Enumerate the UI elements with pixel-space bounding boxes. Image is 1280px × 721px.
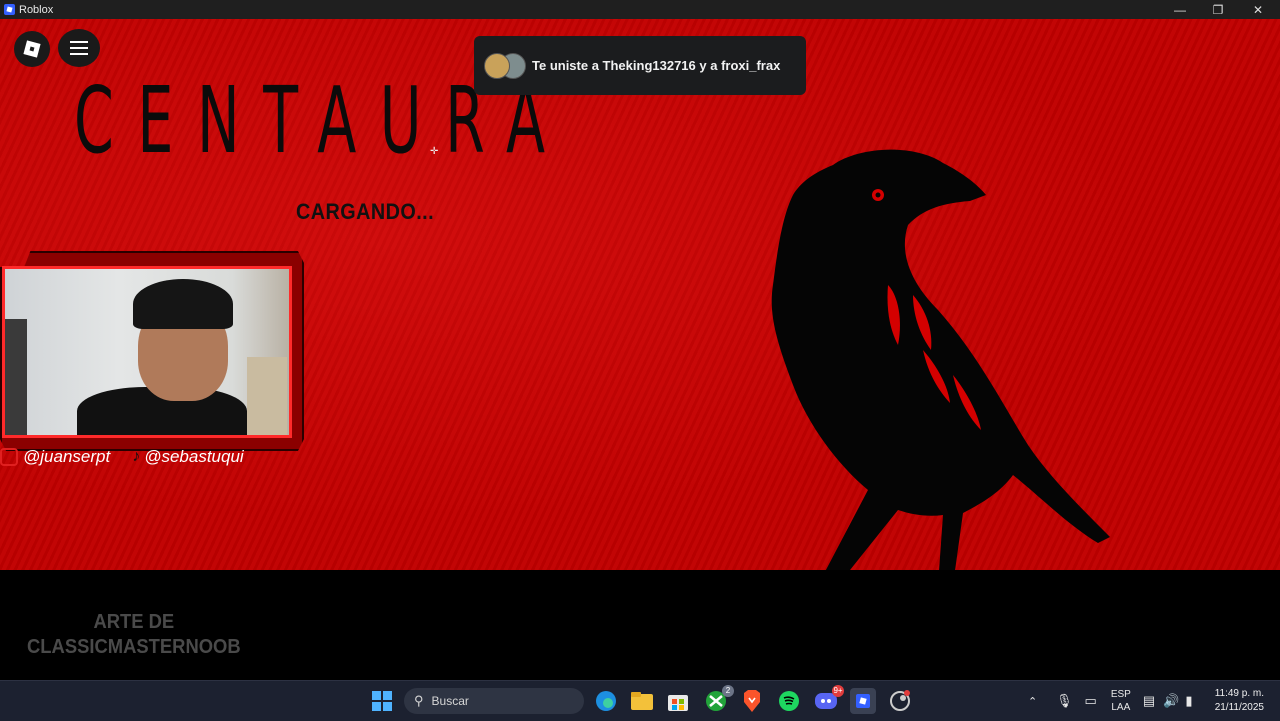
- hamburger-menu-button[interactable]: [58, 29, 100, 67]
- language-line-1: ESP: [1110, 689, 1131, 700]
- social-handles: @juanserpt ♪ @sebastuqui: [0, 447, 244, 467]
- xbox-badge: 2: [722, 685, 734, 697]
- search-placeholder: Buscar: [431, 694, 469, 708]
- avatar: [484, 52, 510, 79]
- instagram-handle: @juanserpt: [23, 447, 111, 466]
- roblox-taskbar-icon[interactable]: [850, 688, 876, 714]
- webcam-feed: [2, 266, 292, 438]
- game-viewport[interactable]: CENTAURA CARGANDO... ✛ Te uniste a Theki…: [0, 19, 1280, 570]
- spotify-icon[interactable]: [777, 689, 801, 713]
- file-explorer-icon[interactable]: [630, 689, 654, 713]
- start-button[interactable]: [370, 689, 394, 713]
- volume-icon[interactable]: 🔊: [1163, 693, 1179, 709]
- system-tray: ⌃ 🎙 ▭ ESP LAA ▤ 🔊 ▮: [1028, 681, 1192, 721]
- friend-avatars: [484, 52, 530, 79]
- art-credit: ARTE DE CLASSICMASTERNOOB: [27, 610, 241, 660]
- discord-badge: 9+: [832, 685, 844, 697]
- credit-line-2: CLASSICMASTERNOOB: [27, 636, 241, 658]
- taskbar-search[interactable]: ⚲ Buscar: [404, 688, 584, 714]
- brave-icon[interactable]: [740, 689, 764, 713]
- join-notification: Te uniste a Theking132716 y a froxi_frax: [474, 36, 806, 95]
- hamburger-icon: [70, 41, 88, 43]
- instagram-icon: [0, 448, 18, 466]
- windows-taskbar: ⚲ Buscar 2 9+ ⌃ 🎙 ▭ ESP LAA ▤ 🔊 ▮ 11:49 …: [0, 680, 1280, 721]
- edge-icon[interactable]: [594, 689, 618, 713]
- windows-logo-icon: [372, 691, 392, 711]
- battery-icon[interactable]: ▮: [1185, 693, 1192, 709]
- window-titlebar[interactable]: Roblox — ❐ ✕: [0, 0, 1280, 19]
- window-title: Roblox: [19, 3, 54, 16]
- minimize-button[interactable]: —: [1162, 0, 1198, 19]
- tiktok-icon: ♪: [132, 448, 141, 465]
- microsoft-store-icon[interactable]: [666, 689, 690, 713]
- screen-capture-icon[interactable]: ▭: [1085, 693, 1097, 709]
- microphone-icon[interactable]: 🎙: [1056, 693, 1073, 709]
- clock-date: 21/11/2025: [1214, 702, 1264, 713]
- search-icon: ⚲: [414, 693, 424, 708]
- roblox-app-icon: [4, 4, 15, 15]
- crosshair-cursor-icon: ✛: [430, 146, 439, 157]
- tiktok-handle: @sebastuqui: [144, 447, 244, 466]
- notification-text: Te uniste a Theking132716 y a froxi_frax: [532, 58, 781, 73]
- language-line-2: LAA: [1111, 702, 1131, 713]
- language-indicator[interactable]: ESP LAA: [1111, 688, 1131, 714]
- restore-button[interactable]: ❐: [1200, 0, 1236, 19]
- loading-text: CARGANDO...: [296, 199, 435, 224]
- clock-time: 11:49 p. m.: [1214, 688, 1264, 699]
- steam-icon[interactable]: [888, 689, 912, 713]
- close-button[interactable]: ✕: [1240, 0, 1276, 19]
- roblox-menu-button[interactable]: [14, 31, 50, 67]
- discord-icon[interactable]: 9+: [814, 685, 844, 713]
- xbox-icon[interactable]: 2: [704, 685, 734, 713]
- credit-line-1: ARTE DE: [93, 611, 175, 633]
- network-icon[interactable]: ▤: [1143, 693, 1155, 709]
- crow-artwork: [771, 149, 1110, 570]
- taskbar-clock[interactable]: 11:49 p. m. 21/11/2025: [1215, 687, 1264, 715]
- chevron-up-icon[interactable]: ⌃: [1028, 695, 1042, 708]
- roblox-logo-icon: [23, 40, 41, 58]
